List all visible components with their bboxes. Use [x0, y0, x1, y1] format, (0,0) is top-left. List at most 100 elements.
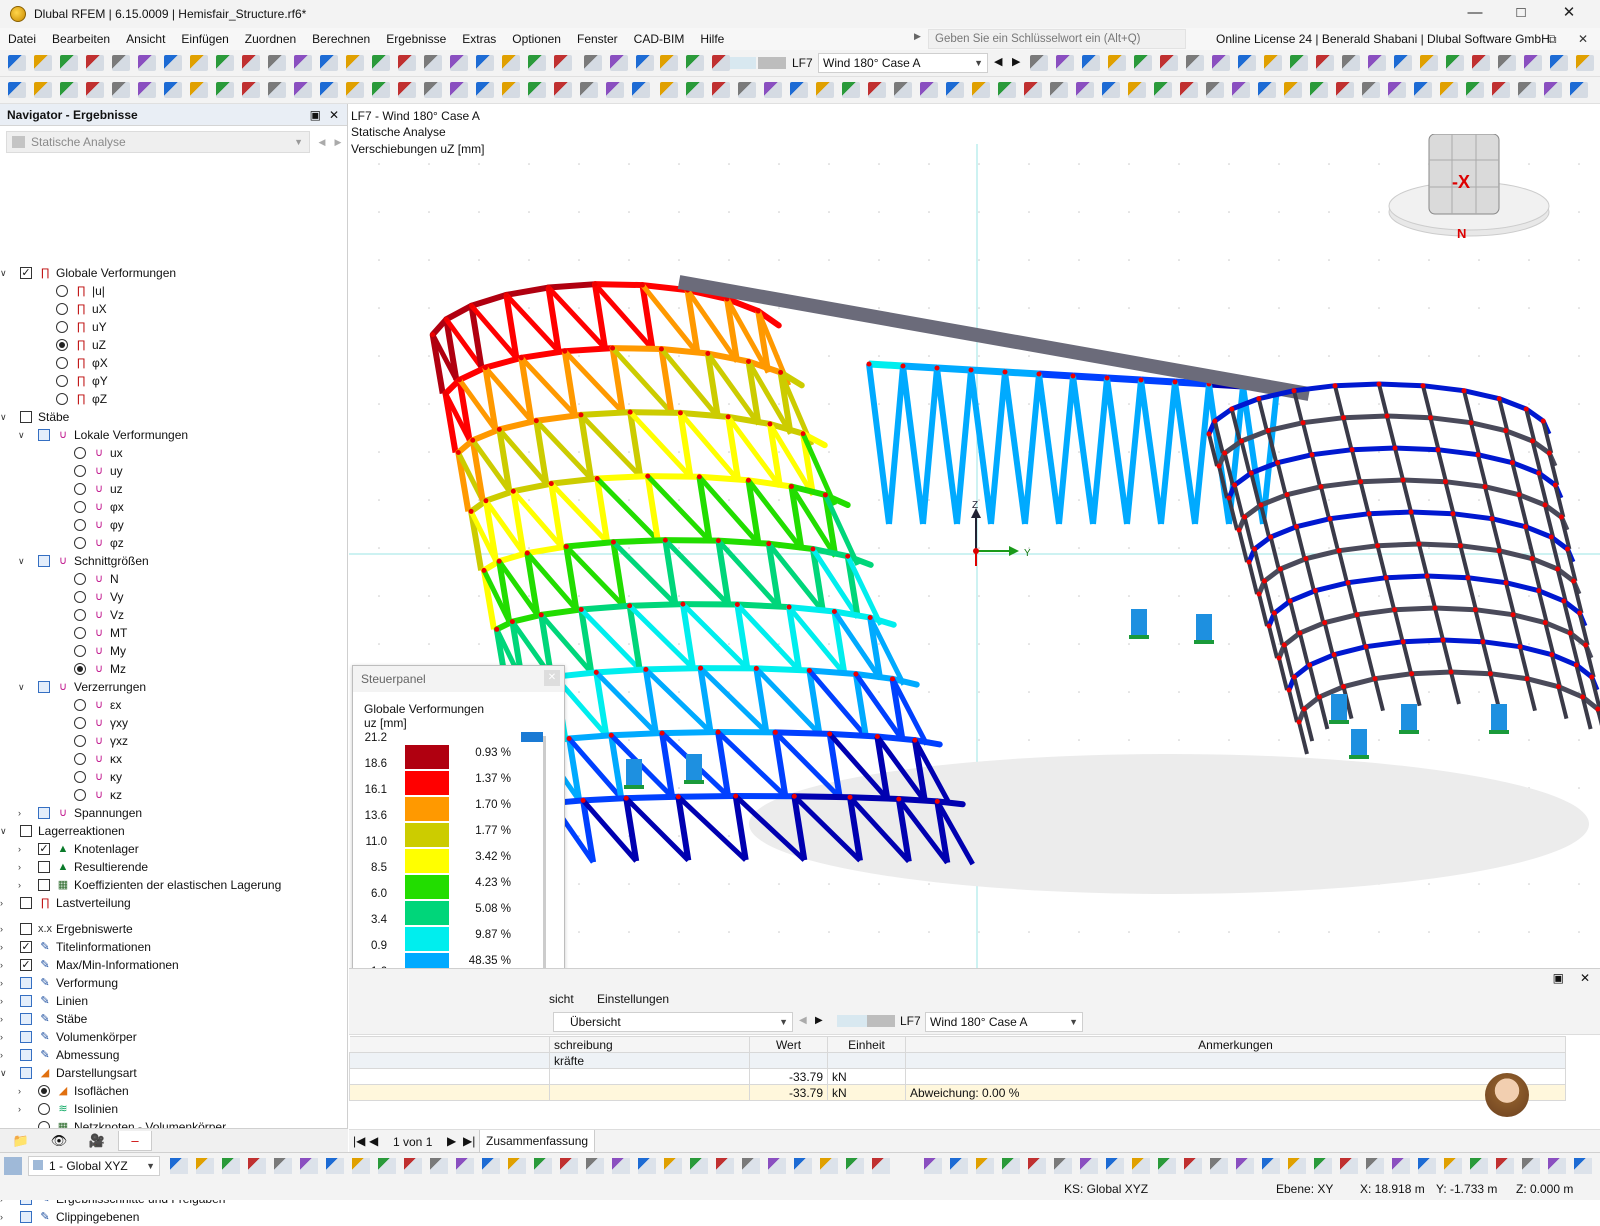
status-tool-icon[interactable]: [326, 1158, 344, 1174]
toolbar-tool-icon[interactable]: [1498, 55, 1516, 71]
checkbox[interactable]: [20, 977, 32, 989]
toolbar-tool-icon[interactable]: [164, 82, 182, 98]
radio-button[interactable]: [56, 321, 68, 333]
checkbox[interactable]: [20, 1031, 32, 1043]
close-doc-button[interactable]: ✕: [1578, 28, 1588, 50]
toolbar-tool-icon[interactable]: [1128, 82, 1146, 98]
checkbox[interactable]: ✓: [20, 267, 32, 279]
toolbar-tool-icon[interactable]: [1076, 82, 1094, 98]
toolbar-tool-icon[interactable]: [1082, 55, 1100, 71]
status-tool-icon[interactable]: [924, 1158, 942, 1174]
toolbar-tool-icon[interactable]: [972, 82, 990, 98]
status-tool-icon[interactable]: [300, 1158, 318, 1174]
toolbar-tool-icon[interactable]: [320, 82, 338, 98]
toolbar-tool-icon[interactable]: [190, 82, 208, 98]
view-cube[interactable]: -X N: [1379, 134, 1559, 244]
toolbar-tool-icon[interactable]: [86, 82, 104, 98]
toolbar-tool-icon[interactable]: [242, 82, 260, 98]
tab-views-icon[interactable]: 🎥: [80, 1131, 114, 1151]
status-tool-icon[interactable]: [1132, 1158, 1150, 1174]
status-tool-icon[interactable]: [456, 1158, 474, 1174]
menu-fenster[interactable]: Fenster: [569, 28, 626, 50]
radio-button[interactable]: [74, 735, 86, 747]
status-tool-icon[interactable]: [1496, 1158, 1514, 1174]
toolbar-tool-icon[interactable]: [502, 55, 520, 71]
toolbar-tool-icon[interactable]: [1576, 55, 1594, 71]
expand-icon[interactable]: ›: [0, 1208, 12, 1226]
toolbar-tool-icon[interactable]: [34, 82, 52, 98]
status-tool-icon[interactable]: [586, 1158, 604, 1174]
expand-icon[interactable]: ›: [0, 1010, 12, 1028]
checkbox[interactable]: [38, 681, 50, 693]
status-tool-icon[interactable]: [1288, 1158, 1306, 1174]
toolbar-tool-icon[interactable]: [764, 82, 782, 98]
toolbar-tool-icon[interactable]: [554, 55, 572, 71]
minimize-button[interactable]: —: [1452, 0, 1498, 28]
toolbar-tool-icon[interactable]: [268, 82, 286, 98]
status-tool-icon[interactable]: [742, 1158, 760, 1174]
status-tool-icon[interactable]: [1366, 1158, 1384, 1174]
status-tool-icon[interactable]: [1158, 1158, 1176, 1174]
status-tool-icon[interactable]: [1236, 1158, 1254, 1174]
toolbar-tool-icon[interactable]: [424, 55, 442, 71]
status-tool-icon[interactable]: [846, 1158, 864, 1174]
restore-icon[interactable]: ▣: [1553, 971, 1564, 985]
checkbox[interactable]: [38, 879, 50, 891]
toolbar-tool-icon[interactable]: [1420, 55, 1438, 71]
status-tool-icon[interactable]: [1522, 1158, 1540, 1174]
radio-button[interactable]: [74, 483, 86, 495]
toolbar-tool-icon[interactable]: [34, 55, 52, 71]
status-tool-icon[interactable]: [482, 1158, 500, 1174]
status-tool-icon[interactable]: [690, 1158, 708, 1174]
next-page-icon[interactable]: ▶: [447, 1134, 456, 1148]
toolbar-tool-icon[interactable]: [268, 55, 286, 71]
toolbar-tool-icon[interactable]: [842, 82, 860, 98]
menu-einfuegen[interactable]: Einfügen: [173, 28, 236, 50]
collapse-icon[interactable]: ∨: [0, 1064, 12, 1082]
toolbar-tool-icon[interactable]: [1492, 82, 1510, 98]
expand-icon[interactable]: ›: [18, 1100, 30, 1118]
prev-icon[interactable]: ◀: [799, 1015, 807, 1026]
radio-button[interactable]: [74, 591, 86, 603]
nav-prev-icon[interactable]: ◀: [314, 131, 330, 153]
close-window-button[interactable]: ✕: [1546, 0, 1592, 28]
status-tool-icon[interactable]: [612, 1158, 630, 1174]
radio-button[interactable]: [74, 447, 86, 459]
toolbar-tool-icon[interactable]: [920, 82, 938, 98]
menu-zuordnen[interactable]: Zuordnen: [237, 28, 304, 50]
expand-icon[interactable]: ›: [0, 1046, 12, 1064]
status-tool-icon[interactable]: [1028, 1158, 1046, 1174]
status-tool-icon[interactable]: [1002, 1158, 1020, 1174]
checkbox[interactable]: [20, 825, 32, 837]
toolbar-tool-icon[interactable]: [1030, 55, 1048, 71]
radio-button[interactable]: [74, 717, 86, 729]
radio-button[interactable]: [74, 627, 86, 639]
menu-datei[interactable]: Datei: [0, 28, 44, 50]
radio-button[interactable]: [56, 285, 68, 297]
toolbar-tool-icon[interactable]: [1524, 55, 1542, 71]
radio-button[interactable]: [74, 663, 86, 675]
toolbar-tool-icon[interactable]: [450, 55, 468, 71]
toolbar-tool-icon[interactable]: [1154, 82, 1172, 98]
checkbox[interactable]: [38, 555, 50, 567]
toolbar-tool-icon[interactable]: [86, 55, 104, 71]
toolbar-tool-icon[interactable]: [1290, 55, 1308, 71]
toolbar-tool-icon[interactable]: [816, 82, 834, 98]
collapse-icon[interactable]: ∨: [18, 678, 30, 696]
toolbar-tool-icon[interactable]: [1310, 82, 1328, 98]
toolbar-tool-icon[interactable]: [1362, 82, 1380, 98]
menu-berechnen[interactable]: Berechnen: [304, 28, 378, 50]
menu-cad-bim[interactable]: CAD-BIM: [626, 28, 693, 50]
toolbar-tool-icon[interactable]: [294, 55, 312, 71]
checkbox[interactable]: [20, 897, 32, 909]
toolbar-tool-icon[interactable]: [660, 55, 678, 71]
status-tool-icon[interactable]: [222, 1158, 240, 1174]
legend-scrollbar[interactable]: [543, 736, 546, 1006]
prev-page-icon[interactable]: ◀: [369, 1134, 378, 1148]
toolbar-tool-icon[interactable]: [1232, 82, 1250, 98]
toolbar-tool-icon[interactable]: [1186, 55, 1204, 71]
radio-button[interactable]: [38, 1103, 50, 1115]
expand-icon[interactable]: ›: [18, 858, 30, 876]
toolbar-tool-icon[interactable]: [190, 55, 208, 71]
first-page-icon[interactable]: |◀: [353, 1134, 365, 1148]
